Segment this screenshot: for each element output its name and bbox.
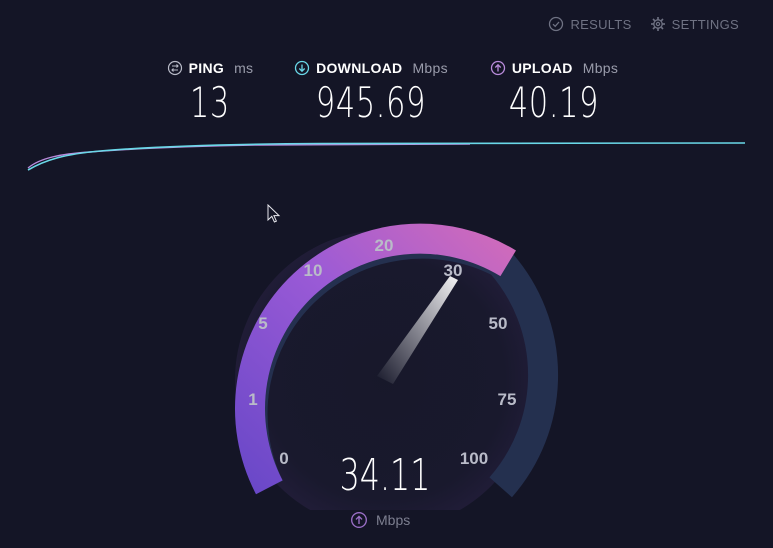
ping-value: 13 (190, 78, 230, 127)
settings-label: SETTINGS (671, 16, 739, 32)
download-value: 945.69 (315, 78, 427, 127)
upload-metric: UPLOAD Mbps 40.19 (484, 60, 624, 126)
upload-label: UPLOAD (511, 60, 573, 76)
ping-metric: PING ms 13 (160, 60, 260, 126)
tick-label-0: 0 (279, 449, 288, 468)
ping-icon (167, 60, 182, 76)
tick-label-50: 50 (489, 314, 508, 333)
tick-label-100: 100 (460, 449, 488, 468)
upload-history-line (27, 143, 471, 169)
upload-unit: Mbps (582, 60, 619, 76)
download-unit: Mbps (412, 60, 448, 76)
gear-icon (650, 17, 665, 31)
upload-arrow-icon (351, 512, 367, 528)
tick-label-10: 10 (304, 261, 323, 280)
tick-label-30: 30 (444, 261, 463, 280)
check-circle-icon (549, 16, 564, 32)
tick-label-1: 1 (248, 390, 257, 409)
tick-label-5: 5 (258, 314, 267, 333)
settings-button[interactable]: SETTINGS (650, 16, 739, 32)
current-speed-readout: 34.11 (339, 450, 431, 501)
results-button[interactable]: RESULTS (548, 16, 631, 32)
download-metric: DOWNLOAD Mbps 945.69 (286, 60, 456, 126)
results-label: RESULTS (570, 16, 632, 32)
current-speed-unit-label: Mbps (376, 512, 411, 528)
upload-arrow-icon (490, 60, 505, 76)
ping-label: PING (188, 60, 225, 76)
speed-history-graph (27, 142, 746, 171)
mouse-pointer-icon (267, 204, 281, 223)
download-history-line (27, 142, 746, 171)
top-navigation: RESULTS SETTINGS (548, 16, 739, 32)
download-label: DOWNLOAD (316, 60, 403, 76)
ping-unit: ms (234, 60, 254, 76)
current-speed-unit: Mbps (350, 511, 410, 529)
tick-label-20: 20 (375, 236, 394, 255)
download-arrow-icon (294, 60, 310, 76)
upload-value: 40.19 (508, 78, 600, 127)
tick-label-75: 75 (498, 390, 517, 409)
